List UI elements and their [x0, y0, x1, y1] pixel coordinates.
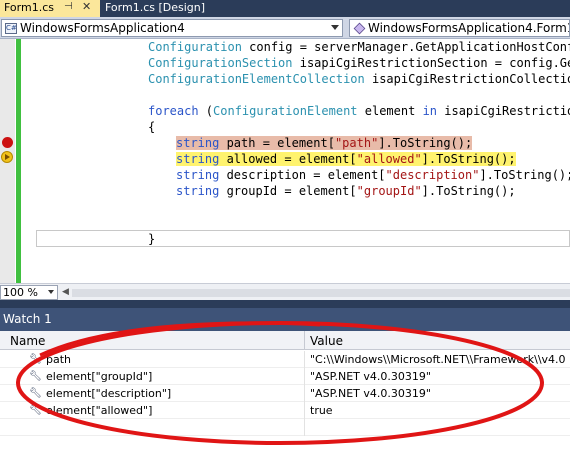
annotation-ellipse	[16, 321, 544, 445]
